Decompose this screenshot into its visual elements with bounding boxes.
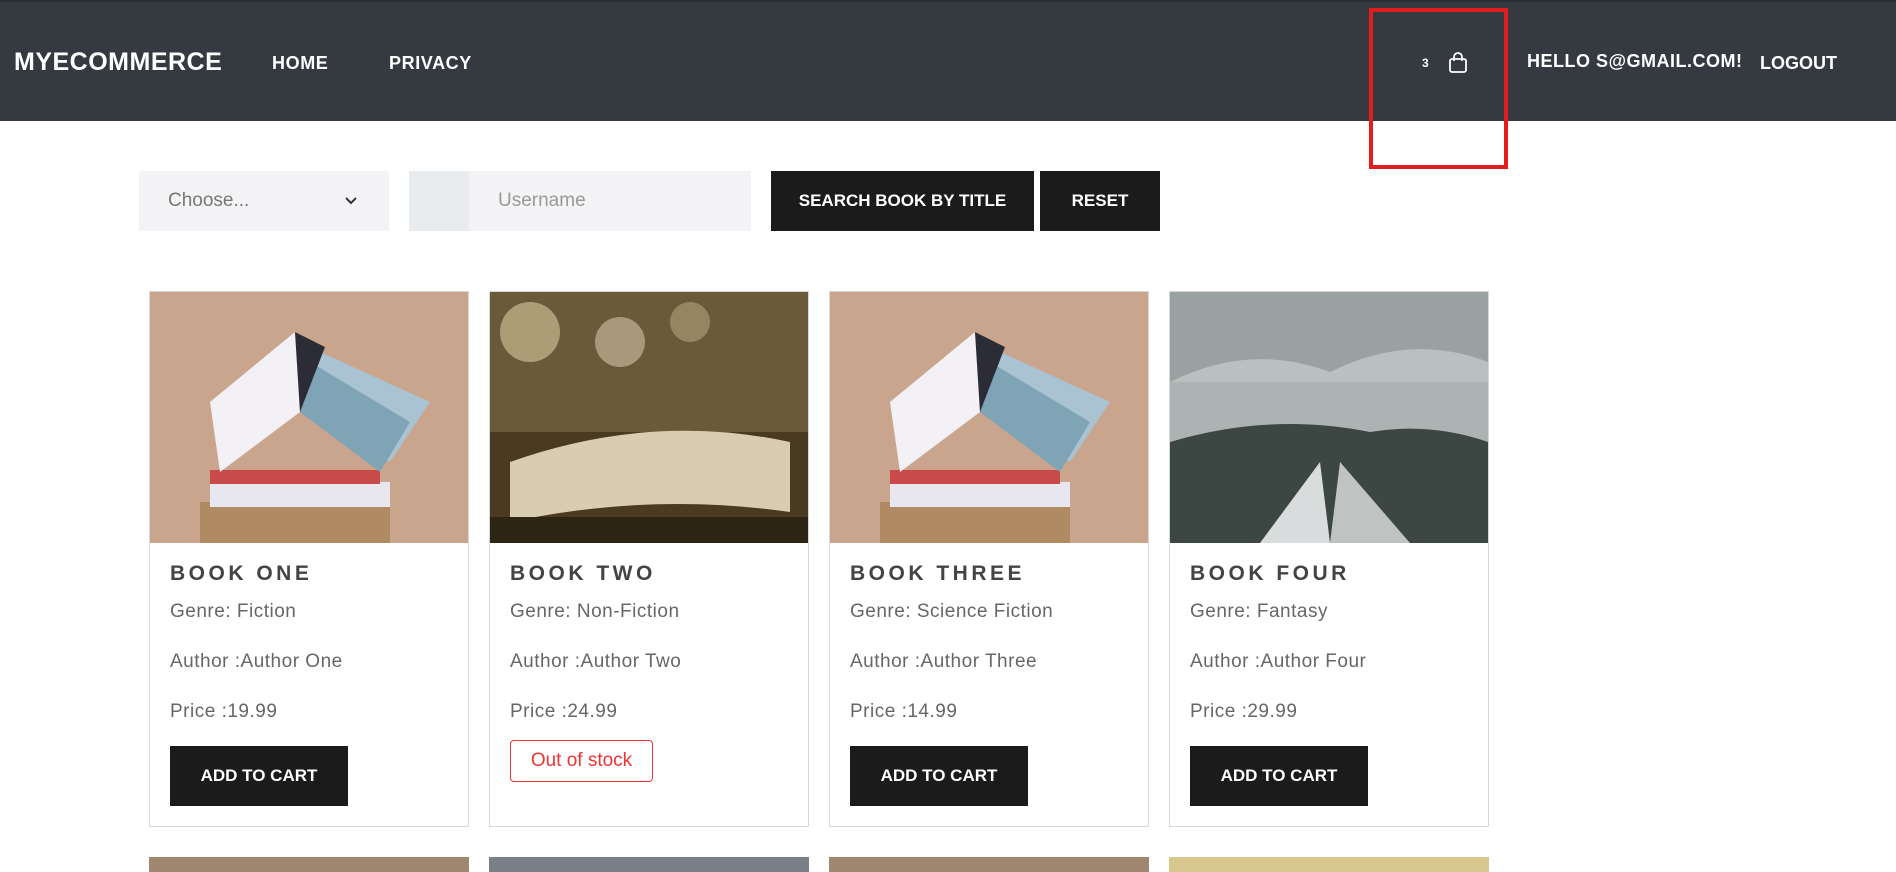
book-price: Price :29.99 <box>1190 701 1298 722</box>
book-cover-image <box>490 292 808 543</box>
book-card: BOOK TWO Genre: Non-Fiction Author :Auth… <box>489 291 809 827</box>
book-price: Price :19.99 <box>170 701 278 722</box>
book-genre: Genre: Science Fiction <box>850 601 1054 622</box>
navbar: MYECOMMERCE HOME PRIVACY 3 HELLO S@GMAIL… <box>0 0 1896 121</box>
search-input[interactable] <box>469 171 751 231</box>
shopping-bag-icon[interactable] <box>1448 52 1468 74</box>
book-cover-image <box>1170 292 1488 543</box>
book-card: BOOK THREE Genre: Science Fiction Author… <box>829 291 1149 827</box>
search-book-button[interactable]: SEARCH BOOK BY TITLE <box>771 171 1034 231</box>
book-genre: Genre: Non-Fiction <box>510 601 680 622</box>
category-select[interactable]: Choose... <box>139 171 389 231</box>
chevron-down-icon <box>345 197 357 205</box>
book-author: Author :Author Two <box>510 651 682 672</box>
add-to-cart-button[interactable]: ADD TO CART <box>170 746 348 806</box>
book-genre: Genre: Fiction <box>170 601 297 622</box>
logout-link[interactable]: LOGOUT <box>1760 53 1837 74</box>
book-title: BOOK ONE <box>170 562 313 585</box>
book-genre: Genre: Fantasy <box>1190 601 1328 622</box>
add-to-cart-button[interactable]: ADD TO CART <box>1190 746 1368 806</box>
book-author: Author :Author Four <box>1190 651 1367 672</box>
book-price: Price :14.99 <box>850 701 958 722</box>
book-cover-image <box>830 292 1148 543</box>
reset-button[interactable]: RESET <box>1040 171 1160 231</box>
cart-count-badge[interactable]: 3 <box>1422 56 1429 70</box>
book-author: Author :Author One <box>170 651 343 672</box>
nav-home[interactable]: HOME <box>272 53 328 74</box>
book-title: BOOK FOUR <box>1190 562 1350 585</box>
book-author: Author :Author Three <box>850 651 1038 672</box>
book-price: Price :24.99 <box>510 701 618 722</box>
book-title: BOOK TWO <box>510 562 656 585</box>
book-card-partial <box>149 857 469 872</box>
nav-privacy[interactable]: PRIVACY <box>389 53 472 74</box>
book-card-partial <box>829 857 1149 872</box>
add-to-cart-button[interactable]: ADD TO CART <box>850 746 1028 806</box>
brand-logo[interactable]: MYECOMMERCE <box>14 48 222 77</box>
book-card: BOOK FOUR Genre: Fantasy Author :Author … <box>1169 291 1489 827</box>
book-card-partial <box>1169 857 1489 872</box>
book-card: BOOK ONE Genre: Fiction Author :Author O… <box>149 291 469 827</box>
book-cover-image <box>150 292 468 543</box>
input-prepend <box>409 171 469 231</box>
select-value: Choose... <box>168 190 250 211</box>
out-of-stock-badge: Out of stock <box>510 740 653 782</box>
user-greeting: HELLO S@GMAIL.COM! <box>1527 51 1743 71</box>
book-card-partial <box>489 857 809 872</box>
book-title: BOOK THREE <box>850 562 1026 585</box>
